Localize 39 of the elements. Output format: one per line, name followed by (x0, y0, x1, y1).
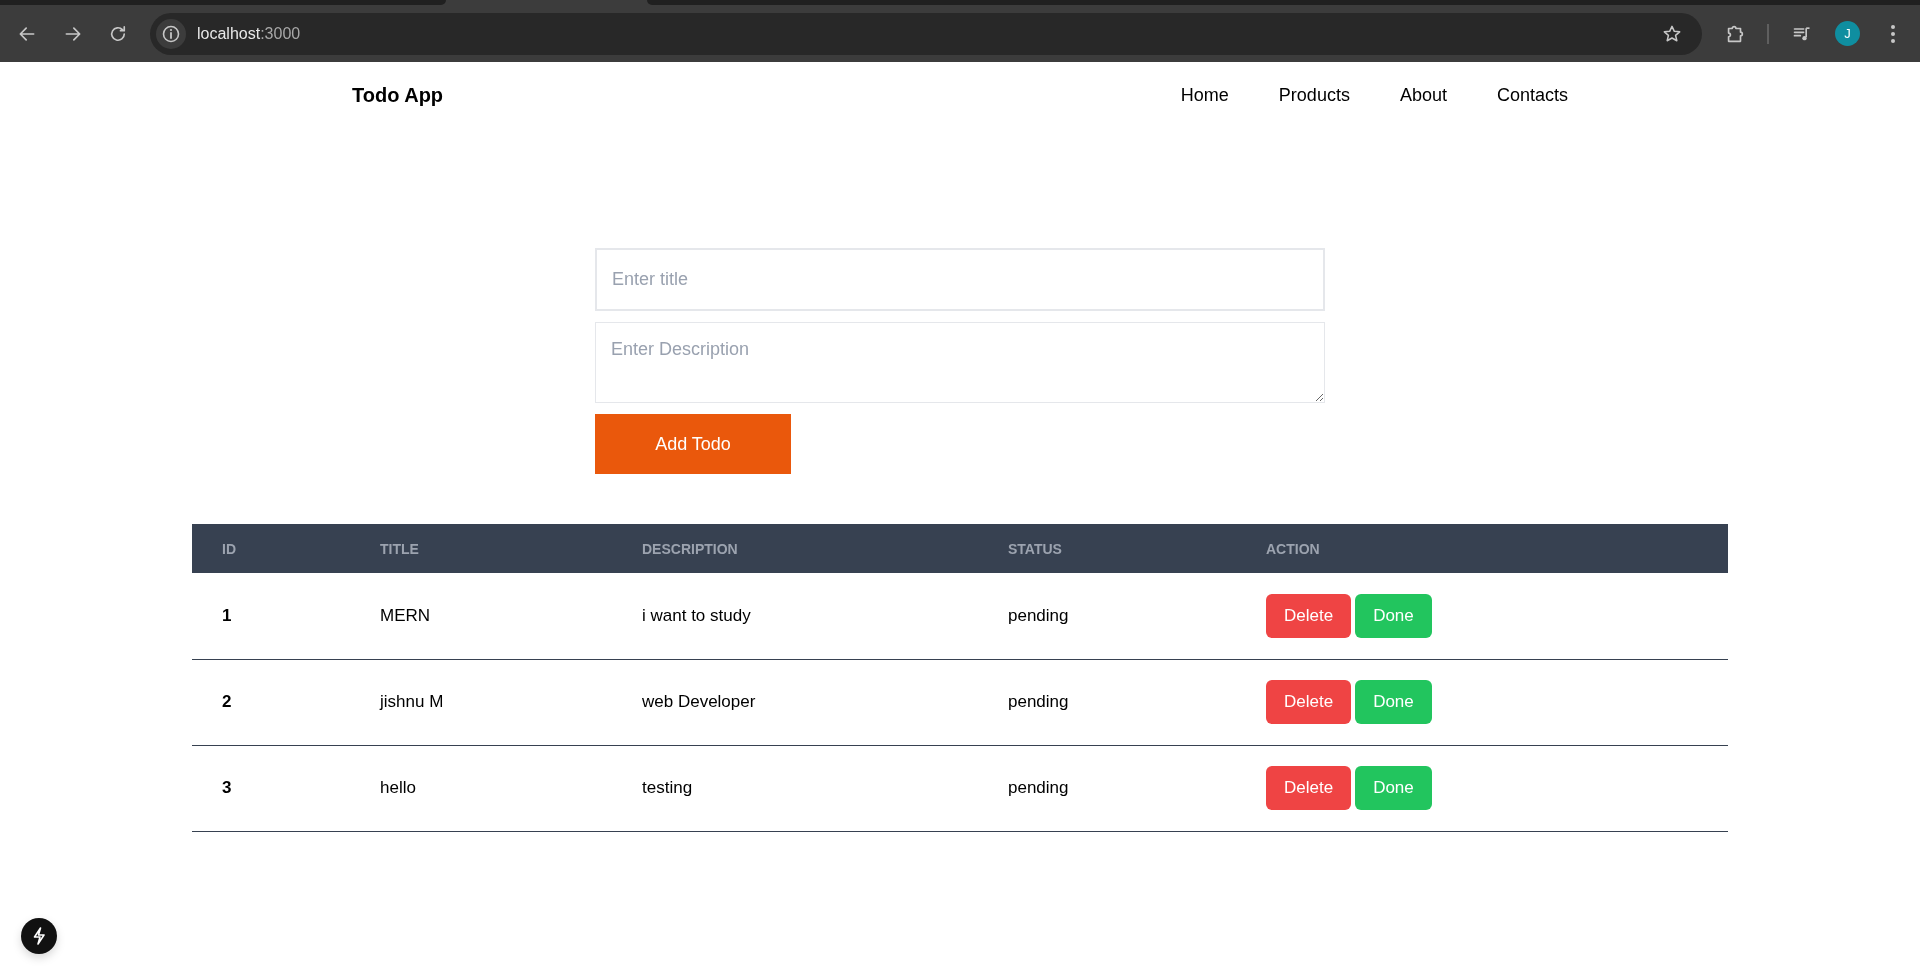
bookmark-star-icon[interactable] (1662, 23, 1682, 44)
column-header: ACTION (1236, 524, 1728, 573)
nav-link[interactable]: About (1399, 81, 1447, 109)
address-bar[interactable]: localhost:3000 (150, 12, 1702, 55)
column-header: STATUS (978, 524, 1236, 573)
nav-link[interactable]: Products (1278, 81, 1350, 109)
table-cell: 3 (192, 745, 350, 831)
delete-button[interactable]: Delete (1266, 680, 1352, 724)
url-text: localhost:3000 (197, 23, 301, 44)
column-header: DESCRIPTION (612, 524, 978, 573)
table-cell: pending (978, 659, 1236, 745)
table-cell: jishnu M (350, 659, 612, 745)
table-cell: web Developer (612, 659, 978, 745)
column-header: TITLE (350, 524, 612, 573)
nav-link[interactable]: Contacts (1496, 81, 1568, 109)
table-cell: i want to study (612, 573, 978, 659)
table-cell: testing (612, 745, 978, 831)
info-icon[interactable] (156, 18, 186, 49)
brand-title: Todo App (352, 83, 444, 108)
add-todo-button[interactable]: Add Todo (595, 414, 791, 474)
table-cell: pending (978, 573, 1236, 659)
column-header: ID (192, 524, 350, 573)
reload-icon[interactable] (108, 23, 128, 44)
table-cell: 2 (192, 659, 350, 745)
delete-button[interactable]: Delete (1266, 593, 1352, 638)
done-button[interactable]: Done (1355, 680, 1432, 724)
table-cell: 1 (192, 573, 350, 659)
table-cell: MERN (350, 573, 612, 659)
description-input[interactable]: Enter Description (595, 322, 1325, 403)
nav-link[interactable]: Home (1180, 81, 1229, 109)
done-button[interactable]: Done (1355, 593, 1432, 638)
profile-avatar[interactable]: J (1835, 21, 1860, 46)
table-cell: hello (350, 745, 612, 831)
lightning-bolt-icon[interactable] (21, 918, 57, 954)
table-cell: pending (978, 745, 1236, 831)
title-input[interactable]: Enter title (595, 248, 1325, 311)
done-button[interactable]: Done (1355, 766, 1432, 810)
delete-button[interactable]: Delete (1266, 766, 1352, 810)
more-menu-icon[interactable] (1890, 23, 1896, 44)
